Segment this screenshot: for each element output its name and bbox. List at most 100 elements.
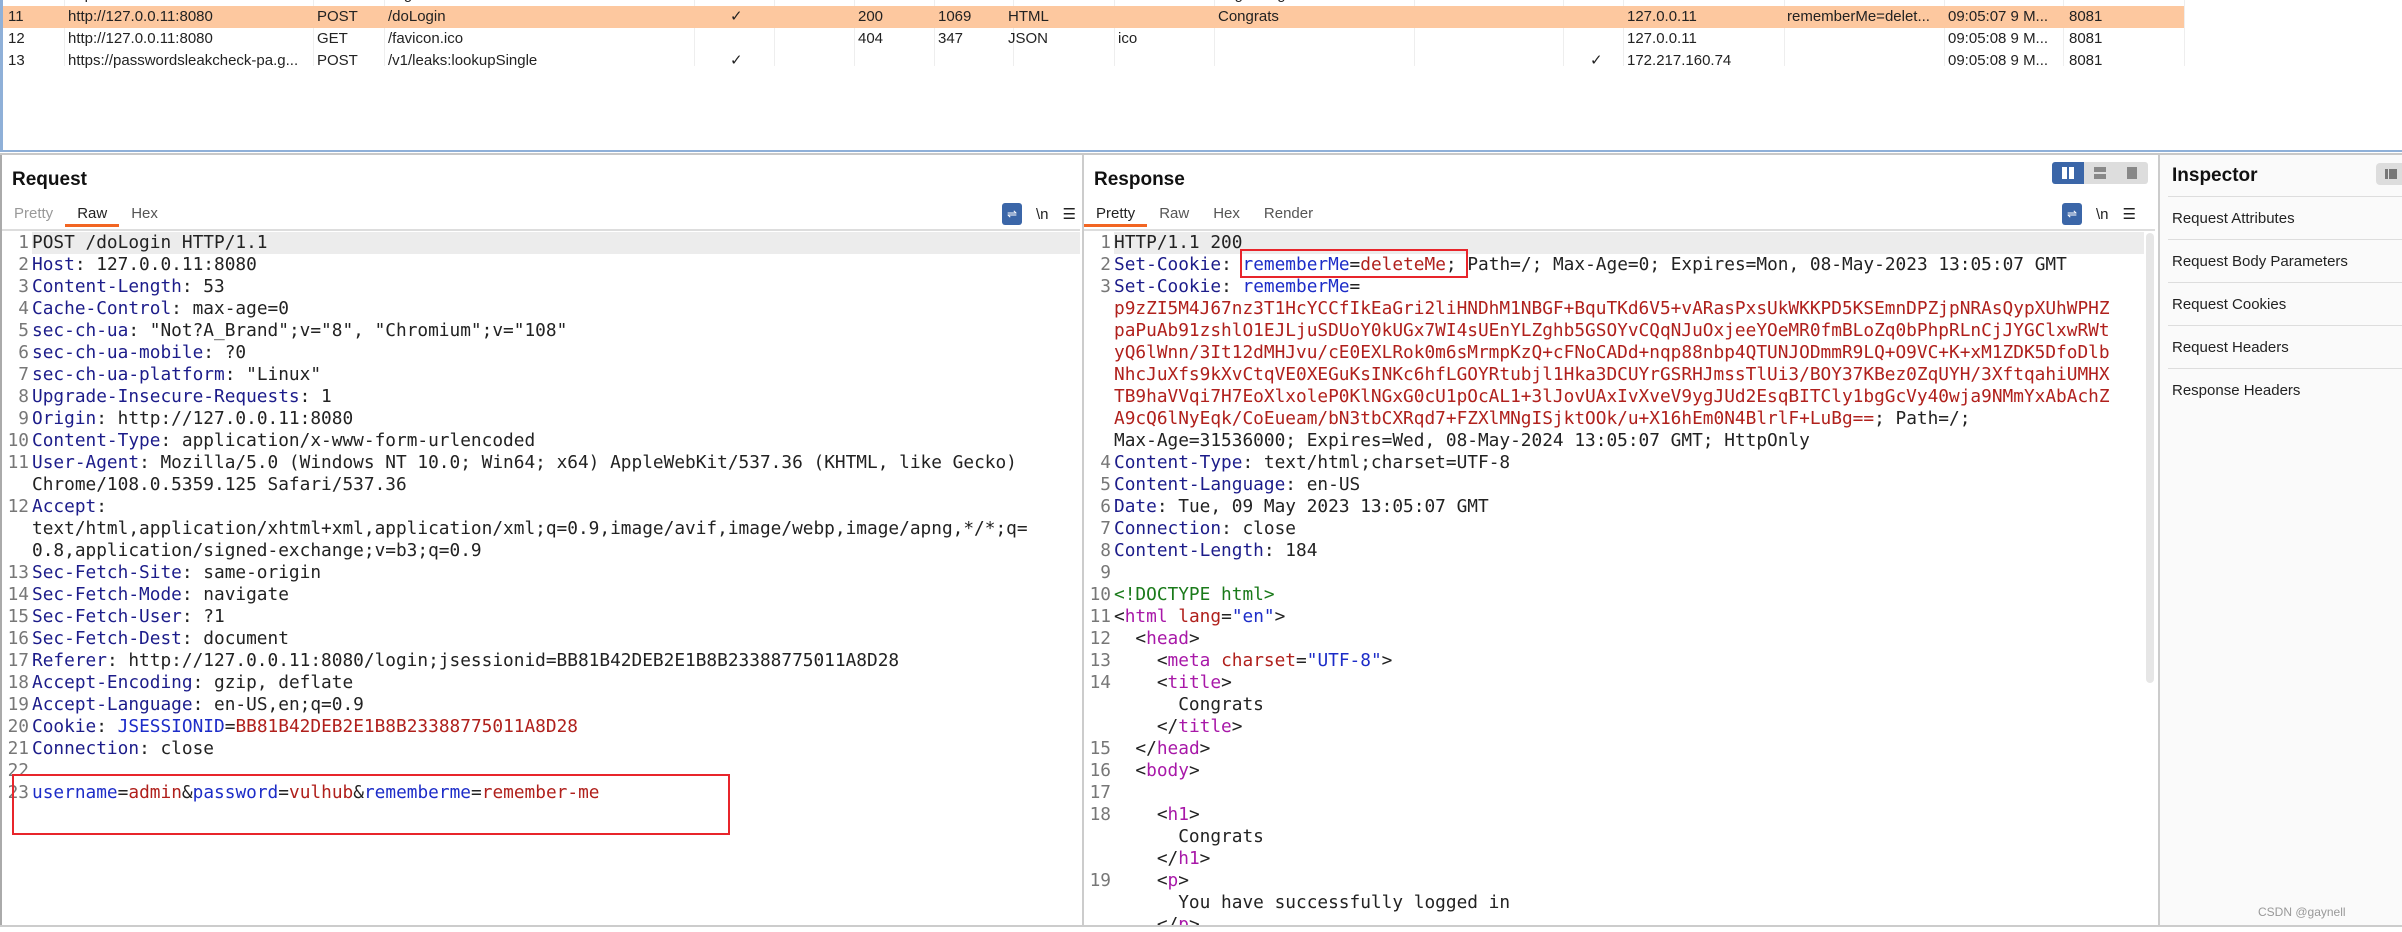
token: > [1199, 848, 1211, 869]
response-scrollbar[interactable] [2146, 233, 2154, 683]
editor-line: 13 Sec-Fetch-Site: same-origin [2, 562, 1080, 584]
line-number: 4 [18, 298, 29, 319]
token: Upgrade-Insecure-Requests [32, 386, 300, 407]
inspector-item[interactable]: Request Attributes [2168, 196, 2402, 239]
inspector-item[interactable]: Response Headers [2168, 368, 2402, 411]
token: : application/x-www-form-urlencoded [160, 430, 536, 451]
stacked-layout-button[interactable] [2084, 162, 2116, 184]
token: : navigate [181, 584, 289, 605]
tab-hex[interactable]: Hex [1201, 201, 1252, 227]
tab-render[interactable]: Render [1252, 201, 1325, 227]
token: "UTF-8" [1306, 650, 1382, 671]
token: <!DOCTYPE html> [1114, 584, 1275, 605]
line-number: 8 [1100, 540, 1111, 561]
token: : ?0 [203, 342, 247, 363]
response-toolbar: ⇌ \n ☰ [2062, 203, 2136, 225]
editor-line: 8 Content-Length: 184 [1084, 540, 2144, 562]
line-text: Accept-Encoding: gzip, deflate [32, 672, 1080, 694]
token: : en-US,en;q=0.9 [192, 694, 364, 715]
token: : 127.0.0.11:8080 [74, 254, 257, 275]
editor-line: 13 <meta charset="UTF-8"> [1084, 650, 2144, 672]
line-number: 15 [7, 606, 29, 627]
line-text: Connection: close [1114, 518, 2144, 540]
token: Content-Language [1114, 474, 1286, 495]
side-by-side-layout-button[interactable] [2052, 162, 2084, 184]
menu-icon[interactable]: ☰ [1063, 205, 1076, 223]
pane-divider[interactable] [0, 150, 2402, 152]
line-number: 12 [1089, 628, 1111, 649]
tab-pretty[interactable]: Pretty [2, 201, 65, 227]
cell-length: 1069 [938, 8, 972, 25]
request-editor[interactable]: 1 POST /doLogin HTTP/1.1 2 Host: 127.0.0.11… [2, 232, 1080, 804]
line-text: </head> [1114, 738, 2144, 760]
highlight-box-request-body [12, 774, 730, 835]
line-number: 19 [1089, 870, 1111, 891]
token: : ?1 [181, 606, 225, 627]
token: > [1274, 606, 1286, 627]
inspector-item[interactable]: Request Headers [2168, 325, 2402, 368]
token: Content-Length [32, 276, 182, 297]
cell-url: /doLogin [388, 8, 446, 25]
line-number: 8 [18, 386, 29, 407]
token: Accept-Language [32, 694, 193, 715]
show-newlines-button[interactable]: \n [2096, 206, 2109, 223]
tab-raw[interactable]: Raw [65, 201, 120, 227]
show-newlines-button[interactable]: \n [1036, 206, 1049, 223]
line-number: 9 [1100, 562, 1111, 583]
word-wrap-icon[interactable]: ⇌ [2062, 203, 2082, 225]
single-layout-button[interactable] [2116, 162, 2148, 184]
line-number: 17 [1089, 782, 1111, 803]
line-text: POST /doLogin HTTP/1.1 [32, 232, 1080, 254]
token: title [1167, 672, 1222, 693]
editor-line: 12 <head> [1084, 628, 2144, 650]
column-divider [2184, 0, 2185, 66]
tab-raw[interactable]: Raw [1147, 201, 1201, 227]
response-editor[interactable]: 1 HTTP/1.1 200 2 Set-Cookie: rememberMe=del… [1084, 232, 2144, 925]
token: : 184 [1263, 540, 1318, 561]
line-number: 1 [18, 232, 29, 253]
collapse-inspector-button[interactable] [2376, 163, 2402, 185]
line-number: 19 [7, 694, 29, 715]
menu-icon[interactable]: ☰ [2123, 205, 2136, 223]
token: < [1114, 650, 1168, 671]
token: Referer [32, 650, 107, 671]
token: < [1114, 672, 1168, 693]
editor-line: 2 Host: 127.0.0.11:8080 [2, 254, 1080, 276]
token: p [1167, 870, 1179, 891]
token: Accept [32, 496, 97, 517]
line-number: 14 [7, 584, 29, 605]
table-row[interactable]: 11 http://127.0.0.11:8080 POST/doLogin ✓ 200… [3, 6, 2184, 28]
token: < [1114, 804, 1168, 825]
editor-line: 8 Upgrade-Insecure-Requests: 1 [2, 386, 1080, 408]
editor-line: 19 Accept-Language: en-US,en;q=0.9 [2, 694, 1080, 716]
token: Sec-Fetch-Mode [32, 584, 182, 605]
word-wrap-icon[interactable]: ⇌ [1002, 203, 1022, 225]
inspector-item[interactable]: Request Cookies [2168, 282, 2402, 325]
line-number: 2 [18, 254, 29, 275]
line-text: <body> [1114, 760, 2144, 782]
line-text: Content-Length: 53 [32, 276, 1080, 298]
token: : 1 [299, 386, 332, 407]
line-number: 3 [18, 276, 29, 297]
editor-line: 12 Accept: text/html,application/xhtml+xm… [2, 496, 1080, 562]
token: : same-origin [181, 562, 322, 583]
line-text: <p> You have successfully logged in </p> [1114, 870, 2144, 925]
tab-pretty[interactable]: Pretty [1084, 201, 1148, 227]
token: Origin [32, 408, 97, 429]
line-number: 13 [1089, 650, 1111, 671]
token: > [1188, 914, 1200, 925]
token: sec-ch-ua-mobile [32, 342, 204, 363]
table-row[interactable]: 13 https://passwordsleakcheck-pa.g... POST… [3, 50, 2184, 72]
inspector-item[interactable]: Request Body Parameters [2168, 239, 2402, 282]
line-text [1114, 562, 2144, 584]
table-row[interactable]: 12 http://127.0.0.11:8080 GET/favicon.ico 4… [3, 28, 2184, 50]
tab-hex[interactable]: Hex [119, 201, 170, 227]
cell-tls: ✓ [1590, 52, 1603, 69]
editor-line: 11 <html lang="en"> [1084, 606, 2144, 628]
token: Cookie [32, 716, 97, 737]
token: > [1381, 650, 1393, 671]
line-number: 10 [7, 430, 29, 451]
layout-toggle [2052, 162, 2148, 184]
cell-method: GET [317, 30, 348, 47]
token: > [1188, 760, 1200, 781]
